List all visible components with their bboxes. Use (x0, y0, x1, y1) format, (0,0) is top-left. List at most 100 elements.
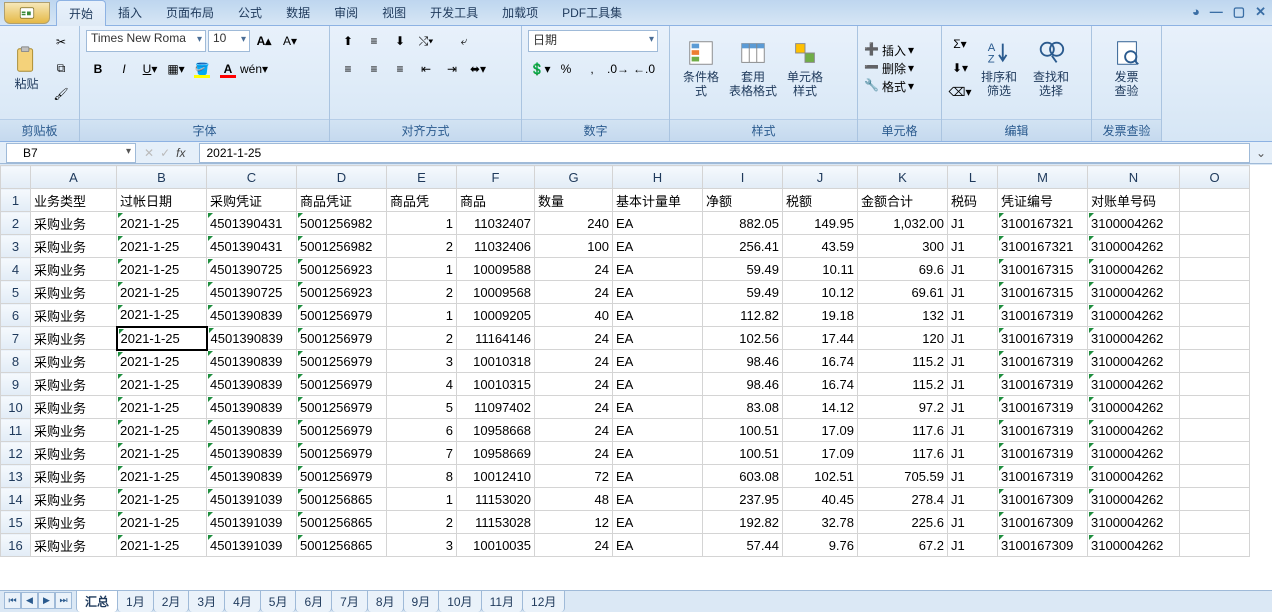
row-header-7[interactable]: 7 (1, 327, 31, 350)
cell[interactable]: 24 (535, 327, 613, 350)
cell[interactable]: J1 (948, 373, 998, 396)
font-size-select[interactable]: 10 (208, 30, 250, 52)
cut-button[interactable]: ✂ (49, 31, 73, 53)
sheet-tab[interactable]: 10月 (438, 590, 481, 612)
cell[interactable]: 1 (387, 258, 457, 281)
cell[interactable]: 2021-1-25 (117, 350, 207, 373)
tab-start[interactable]: 开始 (56, 0, 106, 26)
cell[interactable]: J1 (948, 442, 998, 465)
cell[interactable]: 4501390839 (207, 350, 297, 373)
cell[interactable]: 2021-1-25 (117, 281, 207, 304)
cell[interactable]: 40 (535, 304, 613, 327)
cell[interactable]: 4501390431 (207, 235, 297, 258)
align-middle-button[interactable]: ≡ (362, 30, 386, 52)
cell[interactable]: 采购业务 (31, 212, 117, 235)
cell[interactable]: 10009588 (457, 258, 535, 281)
orientation-button[interactable]: ⤭▾ (414, 30, 438, 52)
cell[interactable]: 24 (535, 373, 613, 396)
row-header-13[interactable]: 13 (1, 465, 31, 488)
percent-button[interactable]: % (554, 58, 578, 80)
cell[interactable]: 2 (387, 327, 457, 350)
expand-formula-icon[interactable]: ⌄ (1250, 146, 1272, 160)
cell[interactable]: 1 (387, 212, 457, 235)
sheet-tab[interactable]: 8月 (367, 590, 404, 612)
format-painter-button[interactable]: 🖌 (49, 83, 73, 105)
cell[interactable]: 4501390839 (207, 327, 297, 350)
cell[interactable]: 5001256979 (297, 373, 387, 396)
cell[interactable]: 300 (858, 235, 948, 258)
cell[interactable]: 3100167321 (998, 212, 1088, 235)
cell[interactable]: 115.2 (858, 350, 948, 373)
increase-indent-button[interactable]: ⇥ (440, 58, 464, 80)
restore-window-icon[interactable]: ▢ (1233, 4, 1245, 20)
tab-addin[interactable]: 加载项 (490, 0, 550, 25)
tab-view[interactable]: 视图 (370, 0, 418, 25)
cell[interactable]: 商品凭证 (297, 189, 387, 212)
cell[interactable]: 4501391039 (207, 534, 297, 557)
cell[interactable]: 9.76 (783, 534, 858, 557)
cell[interactable]: 97.2 (858, 396, 948, 419)
cell[interactable]: 16.74 (783, 350, 858, 373)
cell[interactable]: 237.95 (703, 488, 783, 511)
cell[interactable]: 115.2 (858, 373, 948, 396)
cell[interactable]: 4 (387, 373, 457, 396)
insert-cells-button[interactable]: ➕插入▾ (864, 42, 935, 59)
col-header-K[interactable]: K (858, 166, 948, 189)
sheet-tab[interactable]: 6月 (295, 590, 332, 612)
cell[interactable]: 69.61 (858, 281, 948, 304)
sheet-tab[interactable]: 9月 (403, 590, 440, 612)
cell[interactable]: 过帐日期 (117, 189, 207, 212)
table-format-button[interactable]: 套用 表格格式 (728, 36, 778, 100)
cell[interactable] (1180, 396, 1250, 419)
cell[interactable]: 4501390839 (207, 396, 297, 419)
row-header-4[interactable]: 4 (1, 258, 31, 281)
cell[interactable]: 采购业务 (31, 350, 117, 373)
cell[interactable]: 120 (858, 327, 948, 350)
tab-insert[interactable]: 插入 (106, 0, 154, 25)
cell[interactable]: 2 (387, 511, 457, 534)
cell[interactable]: 采购业务 (31, 373, 117, 396)
col-header-L[interactable]: L (948, 166, 998, 189)
cell[interactable]: 5001256979 (297, 350, 387, 373)
cell[interactable] (1180, 189, 1250, 212)
cell[interactable]: 2021-1-25 (117, 212, 207, 235)
cell[interactable]: 5 (387, 396, 457, 419)
cell[interactable]: 10010035 (457, 534, 535, 557)
cell[interactable]: 采购业务 (31, 235, 117, 258)
office-button[interactable] (4, 2, 50, 24)
cell[interactable]: 3 (387, 350, 457, 373)
cell[interactable]: 金额合计 (858, 189, 948, 212)
number-format-select[interactable]: 日期 (528, 30, 658, 52)
col-header-J[interactable]: J (783, 166, 858, 189)
cell[interactable]: 59.49 (703, 258, 783, 281)
cell[interactable]: 2021-1-25 (117, 442, 207, 465)
cell[interactable]: 7 (387, 442, 457, 465)
row-header-6[interactable]: 6 (1, 304, 31, 327)
cell[interactable]: 3100167315 (998, 281, 1088, 304)
cell[interactable]: 采购业务 (31, 511, 117, 534)
row-header-9[interactable]: 9 (1, 373, 31, 396)
decrease-indent-button[interactable]: ⇤ (414, 58, 438, 80)
cell[interactable]: J1 (948, 258, 998, 281)
cell[interactable]: 采购业务 (31, 258, 117, 281)
cell[interactable]: 43.59 (783, 235, 858, 258)
cell[interactable]: 225.6 (858, 511, 948, 534)
decrease-font-button[interactable]: A▾ (278, 30, 302, 52)
cell[interactable]: J1 (948, 488, 998, 511)
cell[interactable]: 24 (535, 258, 613, 281)
format-cells-button[interactable]: 🔧格式▾ (864, 78, 935, 95)
cell[interactable]: 10.11 (783, 258, 858, 281)
cell[interactable]: 11164146 (457, 327, 535, 350)
cell[interactable]: 98.46 (703, 350, 783, 373)
cell[interactable]: 72 (535, 465, 613, 488)
cell[interactable]: 4501391039 (207, 488, 297, 511)
cell[interactable]: 商品凭 (387, 189, 457, 212)
increase-decimal-button[interactable]: .0→ (606, 58, 630, 80)
align-bottom-button[interactable]: ⬇ (388, 30, 412, 52)
sheet-tab[interactable]: 4月 (224, 590, 261, 612)
row-header-10[interactable]: 10 (1, 396, 31, 419)
cell[interactable]: 14.12 (783, 396, 858, 419)
cell[interactable]: 100.51 (703, 442, 783, 465)
cell[interactable]: J1 (948, 396, 998, 419)
cell[interactable]: 3100167309 (998, 488, 1088, 511)
